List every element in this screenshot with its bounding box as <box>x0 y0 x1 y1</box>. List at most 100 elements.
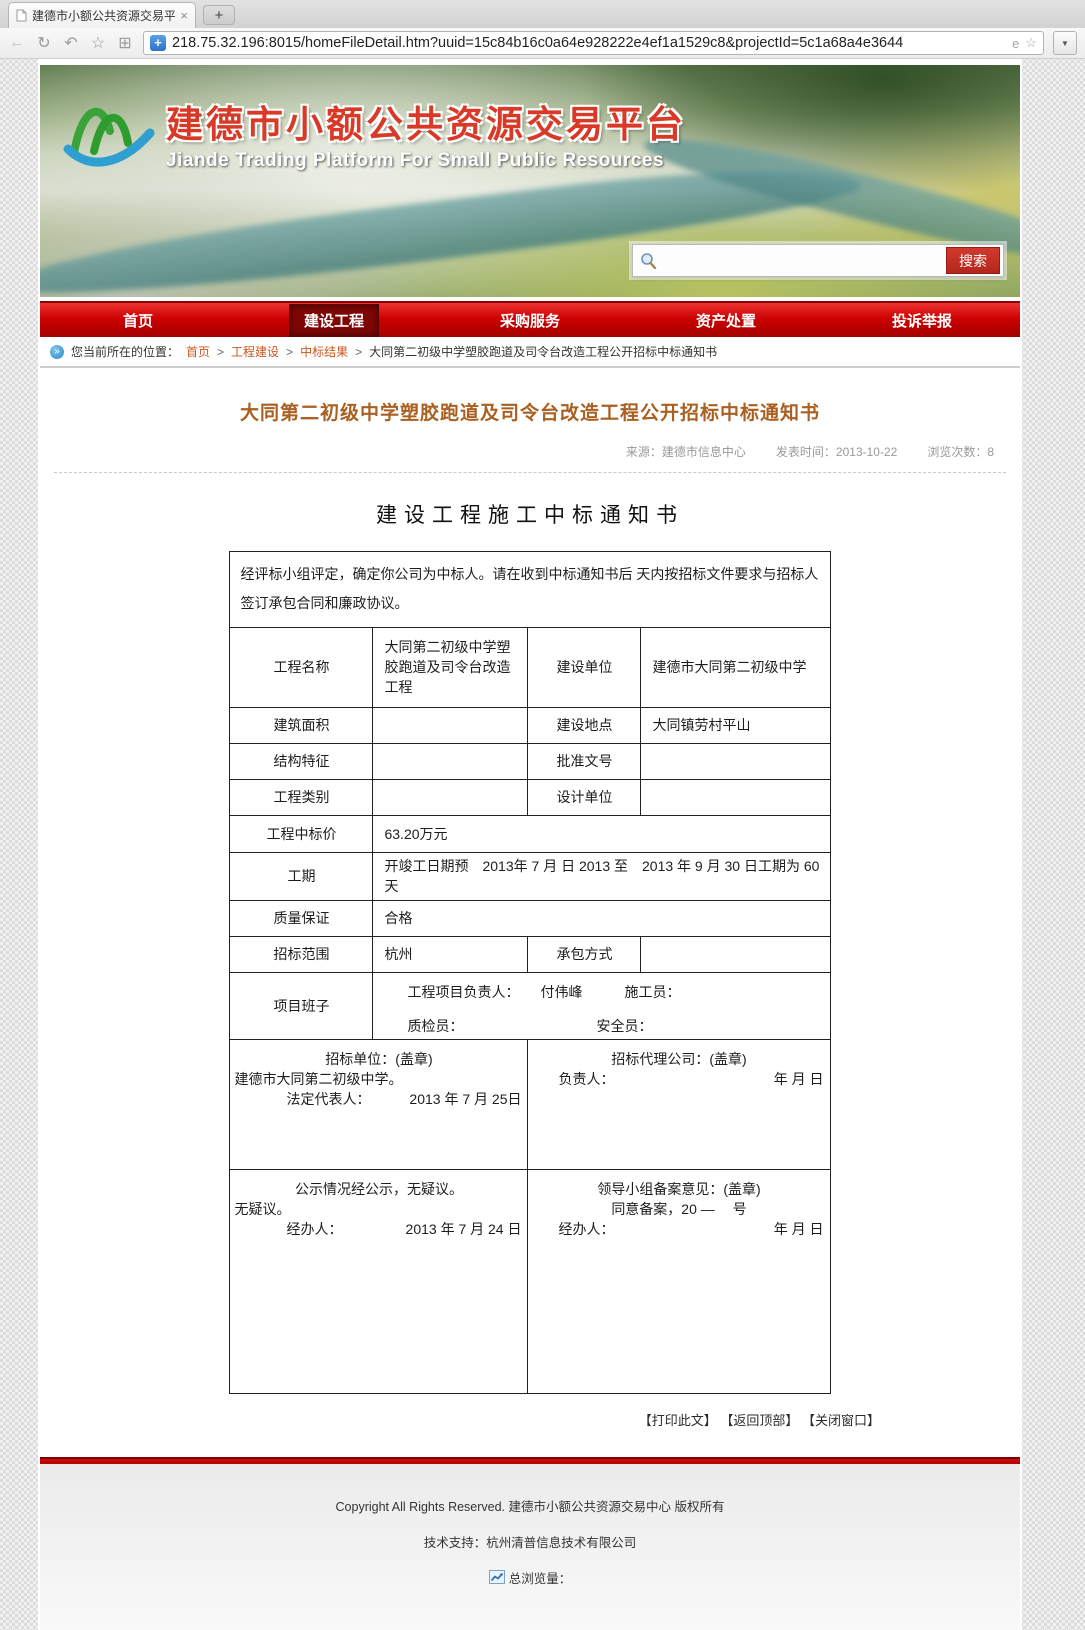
publicity-left-footer-label: 经办人： <box>286 1219 342 1239</box>
field-label: 建筑面积 <box>230 707 373 743</box>
field-value <box>373 707 528 743</box>
publicity-left-footer-date: 2013 年 7 月 24 日 <box>406 1219 522 1239</box>
sign-left-footer-date: 2013 年 7 月 25日 <box>409 1089 521 1109</box>
field-value <box>641 743 830 779</box>
breadcrumb-link-results[interactable]: 中标结果 <box>300 343 348 360</box>
field-value: 63.20万元 <box>373 815 830 852</box>
publicity-right-footer-date: 年 月 日 <box>774 1219 824 1239</box>
field-label: 质量保证 <box>230 900 373 936</box>
field-value <box>373 743 528 779</box>
sign-right-cell: 招标代理公司：(盖章) 负责人： 年 月 日 <box>528 1039 830 1169</box>
browser-tab[interactable]: 建德市小额公共资源交易平 × <box>8 2 196 28</box>
field-label: 工程名称 <box>230 627 373 707</box>
article-meta: 来源：建德市信息中心 发表时间：2013-10-22 浏览次数：8 <box>52 443 1008 460</box>
site-logo-text: 建德市小额公共资源交易平台 Jiande Trading Platform Fo… <box>166 94 686 172</box>
footer-divider-bar <box>40 1457 1020 1464</box>
field-value: 杭州 <box>373 936 528 972</box>
refresh-icon[interactable]: ↻ <box>35 33 53 53</box>
nav-item-procurement[interactable]: 采购服务 <box>432 303 628 337</box>
page-title: 大同第二初级中学塑胶跑道及司令台改造工程公开招标中标通知书 <box>52 398 1008 425</box>
notice-table: 经评标小组评定，确定你公司为中标人。请在收到中标通知书后 天内按招标文件要求与招… <box>229 551 830 1394</box>
site-logo: 建德市小额公共资源交易平台 Jiande Trading Platform Fo… <box>60 87 686 179</box>
field-label: 工程类别 <box>230 779 373 815</box>
close-icon[interactable]: × <box>180 8 188 23</box>
field-label: 工期 <box>230 852 373 900</box>
publicity-left-body: 无疑议。 <box>230 1199 527 1219</box>
site-banner: 建德市小额公共资源交易平台 Jiande Trading Platform Fo… <box>40 65 1020 297</box>
field-value: 开竣工日期预 2013年 7 月 日 2013 至 2013 年 9 月 30 … <box>373 852 830 900</box>
breadcrumb-prefix: 您当前所在的位置： <box>71 343 179 360</box>
field-value: 大同镇劳村平山 <box>641 707 830 743</box>
back-icon[interactable]: ← <box>8 34 26 52</box>
field-value <box>641 779 830 815</box>
field-value <box>641 936 830 972</box>
team-line-1: 工程项目负责人： 付伟峰 施工员： <box>381 982 821 1002</box>
breadcrumb: » 您当前所在的位置： 首页 > 工程建设 > 中标结果 > 大同第二初级中学塑… <box>40 337 1020 368</box>
document-title: 建设工程施工中标通知书 <box>52 499 1008 529</box>
main-nav: 首页 建设工程 采购服务 资产处置 投诉举报 <box>40 301 1020 337</box>
print-link[interactable]: 【打印此文】 <box>639 1413 717 1428</box>
mountain-logo-icon <box>60 87 156 179</box>
sign-left-cell: 招标单位：(盖章) 建德市大同第二初级中学。 法定代表人： 2013 年 7 月… <box>230 1039 528 1169</box>
meta-source: 来源：建德市信息中心 <box>626 443 746 460</box>
nav-item-assets[interactable]: 资产处置 <box>628 303 824 337</box>
search-icon <box>640 252 657 269</box>
publicity-left-cell: 公示情况经公示，无疑议。 无疑议。 经办人： 2013 年 7 月 24 日 <box>230 1169 528 1393</box>
close-window-link[interactable]: 【关闭窗口】 <box>802 1413 880 1428</box>
bookmark-star-icon[interactable]: ☆ <box>1025 35 1037 51</box>
divider <box>54 472 1006 473</box>
shield-icon: + <box>150 35 166 51</box>
field-value: 合格 <box>373 900 830 936</box>
chevron-down-icon: ▼ <box>1061 39 1069 48</box>
breadcrumb-link-projects[interactable]: 工程建设 <box>231 343 279 360</box>
compat-mode-icon[interactable]: e <box>1012 36 1019 51</box>
field-label: 结构特征 <box>230 743 373 779</box>
meta-publish-time: 发表时间：2013-10-22 <box>776 443 897 460</box>
tab-title: 建德市小额公共资源交易平 <box>32 7 175 24</box>
undo-icon[interactable]: ↶ <box>62 33 80 53</box>
search-input[interactable] <box>663 245 940 276</box>
field-label: 招标范围 <box>230 936 373 972</box>
article-actions: 【打印此文】 【返回顶部】 【关闭窗口】 <box>52 1410 1008 1429</box>
publicity-right-title: 领导小组备案意见：(盖章) <box>528 1170 829 1199</box>
field-label: 设计单位 <box>528 779 641 815</box>
publicity-left-title: 公示情况经公示，无疑议。 <box>230 1170 527 1199</box>
sign-left-footer-label: 法定代表人： <box>286 1089 370 1109</box>
new-tab-button[interactable]: + <box>203 5 235 25</box>
star-icon[interactable]: ☆ <box>89 33 107 53</box>
sign-right-footer-label: 负责人： <box>558 1069 614 1089</box>
nav-item-construction[interactable]: 建设工程 <box>236 303 432 337</box>
breadcrumb-arrow-icon: » <box>50 345 64 359</box>
footer-copyright: Copyright All Rights Reserved. 建德市小额公共资源… <box>40 1496 1020 1515</box>
intro-text: 经评标小组评定，确定你公司为中标人。请在收到中标通知书后 天内按招标文件要求与招… <box>230 552 830 628</box>
sign-right-title: 招标代理公司：(盖章) <box>528 1040 829 1069</box>
nav-item-complaints[interactable]: 投诉举报 <box>824 303 1020 337</box>
sign-left-title: 招标单位：(盖章) <box>230 1040 527 1069</box>
team-cell: 工程项目负责人： 付伟峰 施工员： 质检员： 安全员： <box>373 972 830 1039</box>
search-button[interactable]: 搜索 <box>946 247 1000 274</box>
breadcrumb-current: 大同第二初级中学塑胶跑道及司令台改造工程公开招标中标通知书 <box>369 343 717 360</box>
footer-total-views-label: 总浏览量： <box>509 1568 572 1587</box>
plus-icon: + <box>215 7 224 24</box>
field-value: 大同第二初级中学塑胶跑道及司令台改造工程 <box>373 627 528 707</box>
field-label: 建设单位 <box>528 627 641 707</box>
page-icon <box>16 9 27 22</box>
url-dropdown-button[interactable]: ▼ <box>1053 31 1077 55</box>
page-column: 建德市小额公共资源交易平台 Jiande Trading Platform Fo… <box>38 59 1022 1630</box>
breadcrumb-link-home[interactable]: 首页 <box>186 343 210 360</box>
field-value <box>373 779 528 815</box>
url-input[interactable] <box>172 35 1006 51</box>
sign-right-footer-date: 年 月 日 <box>774 1069 824 1089</box>
footer: Copyright All Rights Reserved. 建德市小额公共资源… <box>40 1464 1020 1630</box>
site-title: 建德市小额公共资源交易平台 <box>166 94 686 148</box>
chart-icon <box>489 1570 505 1584</box>
field-label: 项目班子 <box>230 972 373 1039</box>
field-label: 工程中标价 <box>230 815 373 852</box>
field-label: 承包方式 <box>528 936 641 972</box>
url-bar[interactable]: + e ☆ <box>143 31 1044 55</box>
field-label: 批准文号 <box>528 743 641 779</box>
article: 大同第二初级中学塑胶跑道及司令台改造工程公开招标中标通知书 来源：建德市信息中心… <box>40 368 1020 1443</box>
nav-item-home[interactable]: 首页 <box>40 303 236 337</box>
apps-grid-icon[interactable]: ⊞ <box>116 33 134 53</box>
back-to-top-link[interactable]: 【返回顶部】 <box>720 1413 798 1428</box>
